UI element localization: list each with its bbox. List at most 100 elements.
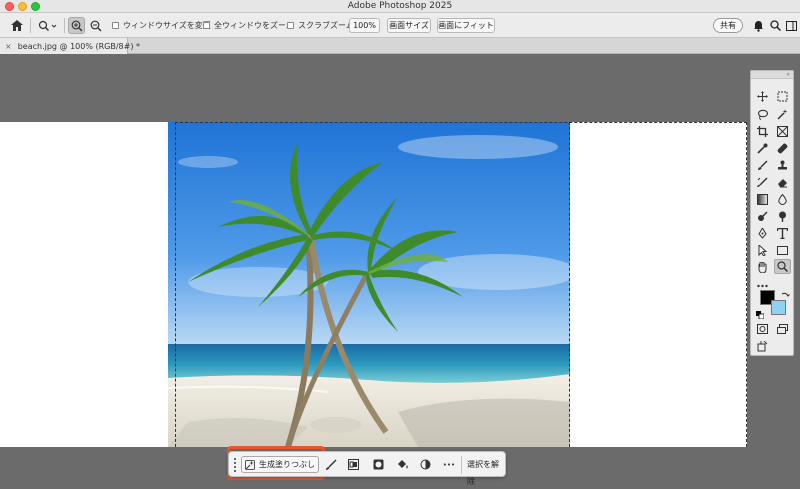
eyedropper-icon [757,143,768,154]
gradient-icon [757,194,768,205]
deselect-button[interactable]: 選択を解除 [467,456,505,486]
history-brush-icon [757,177,768,187]
brush-tool[interactable] [754,158,771,173]
move-icon [757,91,768,102]
path-selection-tool[interactable] [754,243,771,258]
create-mask-button[interactable] [371,457,386,472]
zoom-tool-preset-picker[interactable] [36,17,60,34]
bell-icon [754,20,763,32]
generative-fill-label: 生成塗りつぶし [258,460,316,469]
screen-mode-button[interactable] [774,321,791,336]
type-tool[interactable] [774,226,791,241]
task-bar-grip[interactable] [234,458,236,472]
document-tab[interactable]: × beach.jpg @ 100% (RGB/8#) * [0,38,140,54]
resize-windows-option[interactable]: ウィンドウサイズを変更 [112,13,211,38]
beach-image [168,122,570,447]
swap-arrow-icon [781,292,790,297]
move-tool[interactable] [754,89,771,104]
magic-wand-tool[interactable] [774,107,791,122]
scrubby-zoom-label: スクラブズーム [298,21,354,30]
zoom-100-button[interactable]: 100% [349,18,380,33]
zoom-in-button[interactable] [68,17,85,34]
fit-screen-button[interactable]: 画面サイズ [387,18,431,33]
brush-icon [758,160,768,171]
quick-mask-button[interactable] [754,321,771,336]
search-button[interactable] [767,17,784,34]
blur-tool[interactable] [774,192,791,207]
adjustment-layer-button[interactable] [418,457,433,472]
rectangle-icon [777,246,788,255]
generative-fill-icon [244,459,255,470]
magnifier-icon [38,20,57,31]
hand-tool[interactable] [754,260,771,275]
marquee-tool[interactable] [774,89,791,104]
dodge-icon [758,211,768,221]
tools-panel: » [750,70,794,356]
more-options-button[interactable]: ••• [441,457,457,472]
zoom-out-button[interactable] [87,17,104,34]
generative-fill-button[interactable]: 生成塗りつぶし [241,456,319,473]
frame-tool[interactable] [774,124,791,139]
default-colors-button[interactable] [756,309,765,320]
selection-marquee-top [175,122,747,123]
eyedropper-tool[interactable] [754,141,771,156]
artboard-button[interactable] [754,339,771,354]
eraser-tool[interactable] [774,175,791,190]
clone-stamp-tool[interactable] [774,158,791,173]
notifications-button[interactable] [750,17,767,34]
paint-bucket-icon [397,460,408,469]
workspace-icon [785,20,797,31]
home-icon [10,20,23,31]
brush-selection-icon [326,459,337,470]
gradient-tool[interactable] [754,192,771,207]
mask-icon [373,459,384,470]
lasso-icon [757,109,768,120]
modify-selection-button[interactable] [324,457,339,472]
tools-panel-grip[interactable]: » [751,71,793,79]
scrubby-zoom-checkbox[interactable] [287,22,294,29]
burn-tool[interactable] [774,209,791,224]
fill-screen-button[interactable]: 画面にフィット [437,18,495,33]
close-tab-icon[interactable]: × [5,42,12,51]
magnifier-icon [777,261,788,272]
share-button[interactable]: 共有 [713,18,743,33]
dodge-tool[interactable] [754,209,771,224]
document-tab-label: beach.jpg @ 100% (RGB/8#) * [17,41,141,51]
quick-mask-icon [757,323,768,334]
crop-tool[interactable] [754,124,771,139]
default-colors-icon [756,311,765,320]
contextual-task-bar: 生成塗りつぶし ••• 選択を解除 [228,451,506,486]
divider [64,18,65,33]
zoom-all-windows-option[interactable]: 全ウィンドウをズーム [203,13,294,38]
search-icon [770,20,781,31]
zoom-all-windows-checkbox[interactable] [203,22,210,29]
resize-windows-label: ウィンドウサイズを変更 [123,21,211,30]
zoom-out-icon [90,20,101,31]
options-bar: ウィンドウサイズを変更 全ウィンドウをズーム スクラブズーム 100% 画面サイ… [0,13,800,38]
home-button[interactable] [8,17,25,34]
resize-windows-checkbox[interactable] [112,22,119,29]
invert-selection-icon [348,459,359,470]
zoom-tool[interactable] [774,259,791,274]
window-title: Adobe Photoshop 2025 [347,1,453,11]
scrubby-zoom-option[interactable]: スクラブズーム [287,13,354,38]
artboard-icon [757,341,768,352]
pen-tool[interactable] [754,226,771,241]
swap-colors-button[interactable] [781,290,790,299]
stamp-icon [778,160,787,170]
workspace-button[interactable] [784,17,798,34]
magic-wand-icon [777,109,788,120]
zoom-in-icon [71,20,82,31]
invert-selection-button[interactable] [346,457,361,472]
divider [30,18,31,33]
history-brush-tool[interactable] [754,175,771,190]
rectangle-tool[interactable] [774,243,791,258]
zoom-all-windows-label: 全ウィンドウをズーム [214,21,294,30]
beach-photo[interactable] [168,122,570,447]
selection-marquee-divider [569,122,570,447]
background-color-swatch[interactable] [771,300,786,315]
spot-healing-tool[interactable] [774,141,791,156]
lasso-tool[interactable] [754,107,771,122]
fill-selection-button[interactable] [395,457,410,472]
drop-icon [778,194,787,205]
